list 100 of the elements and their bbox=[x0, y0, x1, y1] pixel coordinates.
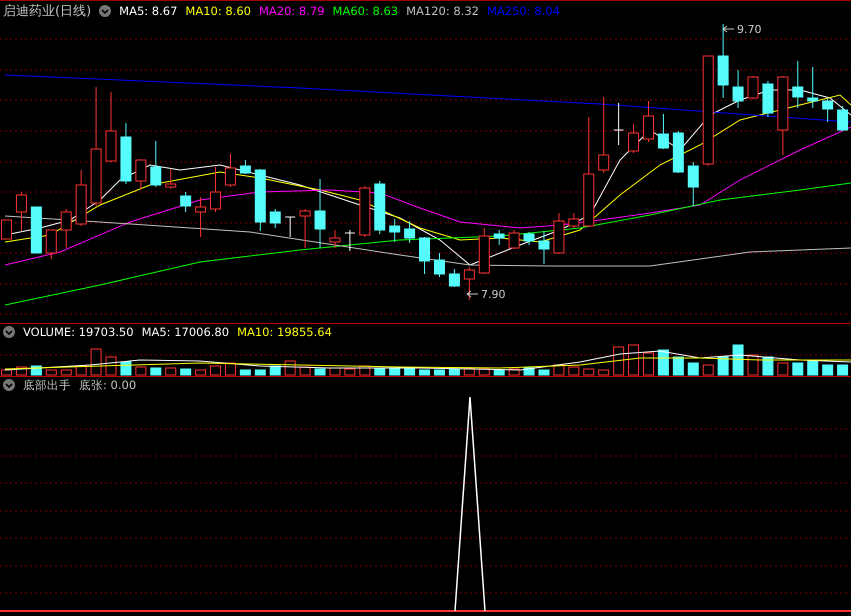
candlestick bbox=[240, 160, 251, 174]
volume-bar bbox=[448, 368, 460, 376]
candlestick bbox=[60, 208, 72, 248]
volume-bar bbox=[419, 370, 430, 376]
volume-bar bbox=[792, 362, 804, 376]
volume-bar bbox=[613, 346, 624, 376]
volume-bar bbox=[90, 348, 102, 376]
price-label: 9.70 bbox=[737, 23, 762, 36]
volume-bar bbox=[658, 350, 669, 376]
candlestick bbox=[837, 106, 848, 132]
volume-bar bbox=[60, 370, 72, 376]
indicator-name: 底部出手 bbox=[23, 378, 71, 392]
candlestick bbox=[658, 114, 669, 150]
chevron-down-icon[interactable] bbox=[3, 379, 15, 391]
volume-bar bbox=[568, 366, 580, 376]
candlestick bbox=[270, 208, 281, 228]
volume-bar bbox=[254, 370, 266, 376]
volume-bar bbox=[807, 360, 818, 376]
candlestick bbox=[732, 70, 744, 108]
candlestick bbox=[568, 212, 580, 228]
candlestick bbox=[46, 230, 57, 260]
indicator-value: 底张: 0.00 bbox=[79, 378, 136, 392]
volume-bar bbox=[718, 356, 729, 376]
candlestick bbox=[643, 100, 654, 142]
candlestick bbox=[180, 192, 192, 212]
ma-legend-item: MA20: 8.79 bbox=[258, 4, 325, 18]
volume-bar bbox=[120, 362, 132, 376]
candlestick bbox=[672, 130, 684, 174]
candlestick bbox=[404, 220, 416, 244]
volume-bar bbox=[76, 366, 87, 376]
candlestick bbox=[106, 92, 116, 162]
candlestick bbox=[553, 212, 564, 254]
candlestick bbox=[524, 232, 535, 246]
volume-bar bbox=[46, 370, 57, 376]
candlestick bbox=[389, 218, 400, 242]
volume-bar bbox=[777, 362, 788, 376]
volume-bar bbox=[434, 370, 445, 376]
volume-legend-item: VOLUME: 19703.50 bbox=[23, 325, 134, 339]
candlestick bbox=[30, 206, 42, 254]
volume-bar bbox=[748, 354, 758, 376]
candlestick bbox=[284, 216, 296, 238]
volume-bar bbox=[270, 366, 281, 376]
candlestick bbox=[76, 170, 87, 226]
candlestick bbox=[464, 266, 475, 300]
candlestick bbox=[344, 230, 356, 252]
volume-bar bbox=[583, 368, 594, 376]
candlestick bbox=[448, 268, 460, 288]
ma-legend-item: MA5: 8.67 bbox=[119, 4, 178, 18]
candlestick bbox=[150, 140, 162, 188]
volume-bar bbox=[538, 370, 550, 376]
chevron-down-icon[interactable] bbox=[3, 326, 15, 338]
stock-title: 启迪药业(日线) bbox=[3, 2, 92, 20]
volume-bar bbox=[732, 344, 744, 376]
volume-bar bbox=[180, 368, 192, 376]
volume-bar bbox=[688, 362, 699, 376]
ma-legend-item: MA60: 8.63 bbox=[332, 4, 398, 18]
candlestick bbox=[762, 80, 774, 118]
price-label: 7.90 bbox=[481, 288, 506, 301]
candlestick bbox=[165, 168, 176, 190]
volume-bar bbox=[344, 368, 356, 376]
candlestick bbox=[374, 180, 386, 234]
candlestick bbox=[508, 230, 520, 250]
volume-bar bbox=[643, 352, 654, 376]
candlestick bbox=[434, 252, 445, 278]
volume-bar bbox=[165, 368, 176, 376]
candlestick bbox=[254, 168, 266, 232]
candlestick bbox=[135, 158, 146, 190]
chevron-down-icon[interactable] bbox=[99, 4, 112, 16]
candlestick bbox=[359, 186, 370, 238]
candlestick bbox=[300, 208, 311, 248]
candlestick bbox=[224, 154, 236, 188]
leader-line bbox=[722, 26, 734, 32]
candlestick bbox=[688, 162, 699, 206]
volume-bar bbox=[374, 368, 386, 376]
volume-bar bbox=[240, 370, 251, 376]
volume-bar bbox=[106, 356, 116, 376]
volume-bar bbox=[195, 370, 206, 376]
volume-bar bbox=[210, 366, 222, 376]
volume-legend-item: MA10: 19855.64 bbox=[237, 325, 332, 339]
volume-bar bbox=[494, 370, 505, 376]
candlestick bbox=[314, 178, 326, 248]
volume-legend-item: MA5: 17006.80 bbox=[142, 325, 230, 339]
ma-legend-item: MA250: 8.04 bbox=[486, 4, 560, 18]
ma-legend-item: MA120: 8.32 bbox=[406, 4, 479, 18]
volume-bar bbox=[30, 366, 42, 376]
candlestick bbox=[748, 76, 758, 100]
candlestick bbox=[494, 230, 505, 246]
volume-bar bbox=[300, 366, 311, 376]
volume-bar bbox=[628, 344, 640, 376]
candlestick bbox=[195, 196, 206, 238]
volume-bar bbox=[135, 366, 146, 376]
volume-bar bbox=[672, 356, 684, 376]
candlestick bbox=[792, 60, 804, 108]
volume-bar bbox=[598, 370, 610, 376]
candlestick bbox=[478, 228, 490, 274]
volume-bar bbox=[404, 368, 416, 376]
volume-bar bbox=[314, 368, 326, 376]
candlestick bbox=[807, 66, 818, 108]
candlestick bbox=[329, 230, 340, 248]
candlestick bbox=[613, 102, 624, 146]
